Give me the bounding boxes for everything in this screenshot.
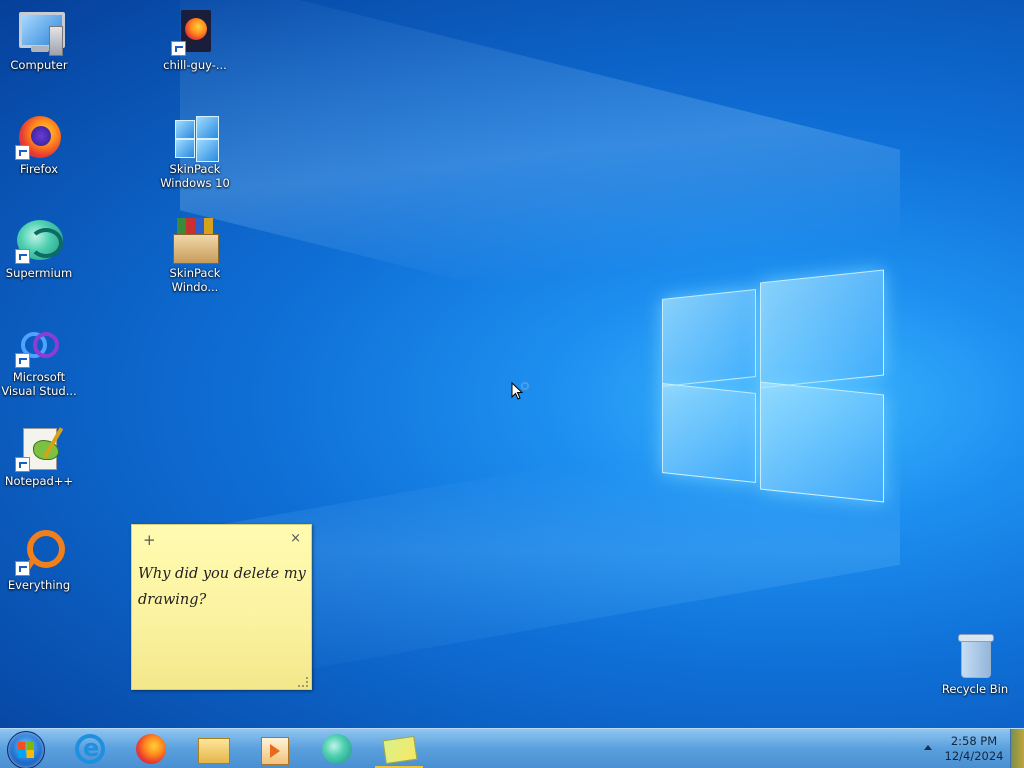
desktop-icon-label: SkinPack Windows 10 bbox=[160, 162, 230, 190]
everything-icon bbox=[15, 528, 65, 576]
sticky-notes-icon bbox=[382, 735, 418, 765]
sticky-note[interactable]: + × Why did you delete my drawing? bbox=[131, 524, 312, 690]
desktop-icon-everything[interactable]: Everything bbox=[1, 528, 77, 592]
add-note-button[interactable]: + bbox=[143, 531, 156, 549]
shortcut-arrow-icon bbox=[15, 561, 30, 576]
firefox-icon bbox=[15, 112, 63, 160]
taskbar-app-firefox[interactable] bbox=[127, 733, 175, 765]
desktop-icon-notepad-plus-plus[interactable]: Notepad++ bbox=[1, 424, 77, 488]
taskbar-app-file-explorer[interactable] bbox=[189, 733, 237, 765]
shortcut-arrow-icon bbox=[15, 249, 30, 264]
desktop-icon-label: Supermium bbox=[5, 266, 73, 280]
recycle-bin-icon bbox=[951, 632, 999, 680]
folder-icon bbox=[198, 738, 230, 764]
desktop[interactable]: Computer Firefox Supermium Microsoft Vis… bbox=[0, 0, 1024, 768]
close-note-button[interactable]: × bbox=[290, 531, 301, 546]
taskbar-app-supermium[interactable] bbox=[313, 733, 361, 765]
internet-explorer-icon bbox=[75, 734, 105, 764]
sticky-note-text[interactable]: Why did you delete my drawing? bbox=[138, 561, 308, 613]
desktop-icon-label: Recycle Bin bbox=[941, 682, 1009, 696]
desktop-icon-computer[interactable]: Computer bbox=[1, 8, 77, 72]
desktop-icon-label: SkinPack Windo... bbox=[169, 266, 221, 294]
notepad-plus-plus-icon bbox=[15, 424, 64, 472]
desktop-icon-label: Firefox bbox=[19, 162, 59, 176]
start-button[interactable] bbox=[7, 731, 45, 768]
desktop-icon-recycle-bin[interactable]: Recycle Bin bbox=[937, 632, 1013, 696]
busy-cursor-icon bbox=[511, 382, 530, 400]
windows-logo-icon bbox=[171, 112, 219, 162]
clock-time: 2:58 PM bbox=[950, 734, 998, 748]
desktop-icon-label: Everything bbox=[7, 578, 71, 592]
desktop-icon-supermium[interactable]: Supermium bbox=[1, 216, 77, 280]
wallpaper-windows-logo bbox=[660, 269, 886, 503]
package-icon bbox=[171, 216, 219, 264]
desktop-icon-label: Computer bbox=[10, 58, 68, 72]
taskbar-app-internet-explorer[interactable] bbox=[66, 733, 114, 765]
taskbar-app-sticky-notes[interactable] bbox=[375, 733, 423, 768]
show-hidden-icons-button[interactable] bbox=[924, 745, 932, 750]
resize-grip-icon[interactable] bbox=[298, 677, 308, 687]
desktop-icon-visual-studio[interactable]: Microsoft Visual Stud... bbox=[1, 320, 77, 398]
desktop-icon-label: Microsoft Visual Stud... bbox=[1, 370, 77, 398]
taskbar: 2:58 PM 12/4/2024 bbox=[0, 728, 1024, 768]
shortcut-arrow-icon bbox=[15, 353, 30, 368]
desktop-icon-skinpack-windows-10[interactable]: SkinPack Windows 10 bbox=[157, 112, 233, 190]
desktop-icon-label: Notepad++ bbox=[4, 474, 74, 488]
visual-studio-icon bbox=[15, 320, 63, 368]
supermium-icon bbox=[322, 734, 352, 764]
system-clock[interactable]: 2:58 PM 12/4/2024 bbox=[940, 734, 1008, 764]
computer-icon bbox=[15, 8, 65, 56]
desktop-icon-firefox[interactable]: Firefox bbox=[1, 112, 77, 176]
shortcut-arrow-icon bbox=[15, 457, 30, 472]
taskbar-app-media-player[interactable] bbox=[250, 733, 298, 765]
media-player-icon bbox=[261, 737, 289, 765]
desktop-icon-chill-guy-file[interactable]: chill-guy-... bbox=[157, 8, 233, 72]
show-desktop-button[interactable] bbox=[1010, 729, 1024, 768]
firefox-icon bbox=[136, 734, 166, 764]
firefox-document-icon bbox=[171, 8, 219, 56]
windows-flag-icon bbox=[18, 742, 34, 758]
shortcut-arrow-icon bbox=[15, 145, 30, 160]
desktop-icon-label: chill-guy-... bbox=[163, 58, 227, 72]
clock-date: 12/4/2024 bbox=[944, 749, 1004, 763]
desktop-icon-skinpack-windows[interactable]: SkinPack Windo... bbox=[157, 216, 233, 294]
shortcut-arrow-icon bbox=[171, 41, 186, 56]
supermium-icon bbox=[15, 216, 63, 264]
